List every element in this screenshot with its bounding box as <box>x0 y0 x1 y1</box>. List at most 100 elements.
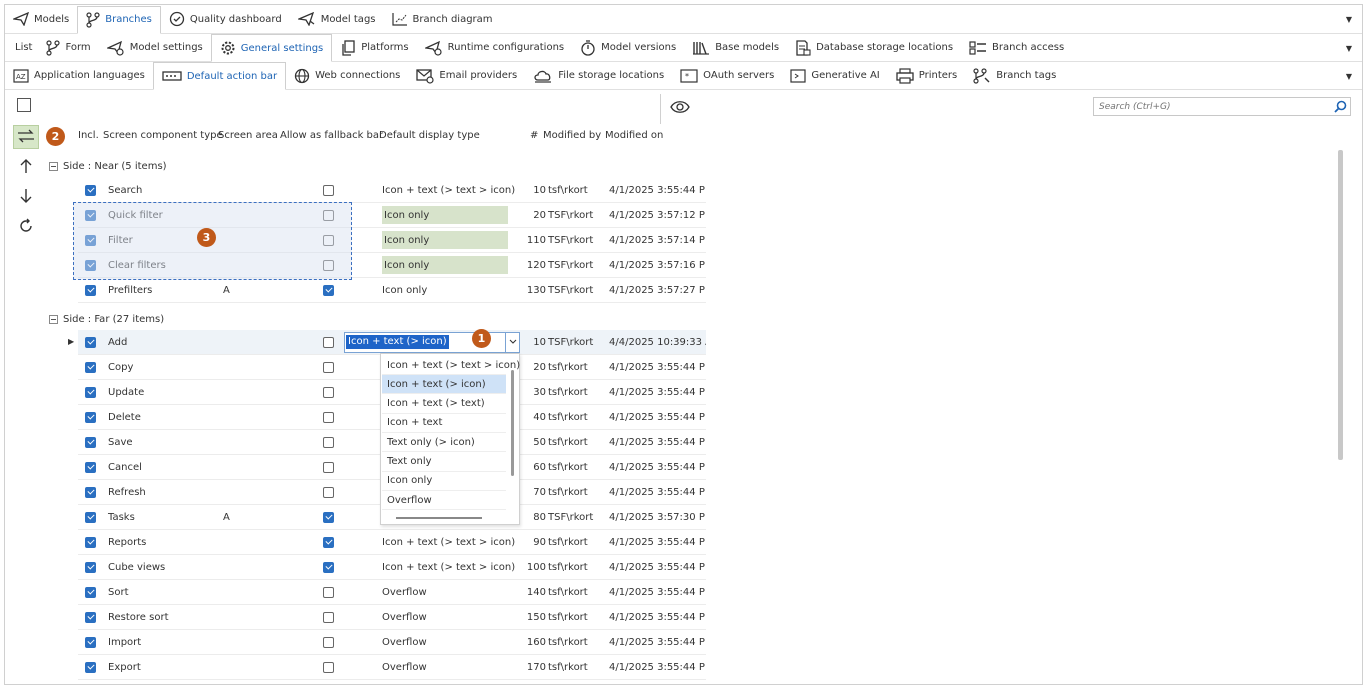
include-checkbox[interactable] <box>85 461 96 473</box>
select-all-checkbox[interactable] <box>17 98 31 112</box>
refresh-button[interactable] <box>13 215 39 239</box>
fallback-checkbox-cell[interactable] <box>323 655 337 679</box>
dropdown-scrollbar[interactable] <box>511 370 514 476</box>
dropdown-option[interactable]: Text only (> icon) <box>382 433 506 453</box>
search-input[interactable] <box>1094 101 1324 112</box>
tab-database-storage-locations[interactable]: Database storage locations <box>787 34 961 61</box>
tab-printers[interactable]: Printers <box>888 62 965 89</box>
include-checkbox[interactable] <box>85 486 96 498</box>
include-checkbox-cell[interactable] <box>85 380 99 404</box>
tab-model-versions[interactable]: Model versions <box>572 34 684 61</box>
include-checkbox[interactable] <box>85 284 96 296</box>
fallback-checkbox-cell[interactable] <box>323 605 337 629</box>
dropdown-option[interactable]: Icon + text (> text > icon) <box>382 356 520 375</box>
dropdown-option[interactable]: Icon + text (> icon) <box>382 375 506 395</box>
default-display-type[interactable]: Icon + text (> text > icon) <box>382 530 515 554</box>
include-checkbox[interactable] <box>85 436 96 448</box>
include-checkbox[interactable] <box>85 636 96 648</box>
collapse-icon[interactable] <box>49 161 58 171</box>
default-display-type[interactable]: Overflow <box>382 580 506 604</box>
editor-value[interactable]: Icon + text (> icon) <box>346 335 449 349</box>
fallback-checkbox[interactable] <box>323 411 334 423</box>
tab-default-action-bar[interactable]: Default action bar <box>152 62 287 90</box>
include-checkbox[interactable] <box>85 259 96 271</box>
dropdown-resize-grip[interactable] <box>396 517 482 519</box>
fallback-checkbox[interactable] <box>323 336 334 348</box>
tab-quality-dashboard[interactable]: Quality dashboard <box>161 5 290 33</box>
table-row[interactable]: Sort Overflow 140 tsf\rkort 4/1/2025 3:55:44… <box>78 580 706 605</box>
fallback-checkbox[interactable] <box>323 361 334 373</box>
tab-email-providers[interactable]: Email providers <box>408 62 525 89</box>
tab-platforms[interactable]: Platforms <box>332 34 416 61</box>
tab-model-settings[interactable]: Model settings <box>99 34 211 61</box>
include-checkbox-cell[interactable] <box>85 355 99 379</box>
default-display-type[interactable]: Icon only <box>382 231 508 249</box>
include-checkbox[interactable] <box>85 336 96 348</box>
include-checkbox-cell[interactable] <box>85 555 99 579</box>
include-checkbox-cell[interactable] <box>85 253 99 277</box>
dropdown-option[interactable]: Icon + text (> text) <box>382 395 506 414</box>
col-screen-area[interactable]: Screen area <box>218 130 278 141</box>
fallback-checkbox[interactable] <box>323 184 334 196</box>
col-screen-component-type[interactable]: Screen component type <box>103 130 223 141</box>
fallback-checkbox-cell[interactable] <box>323 253 337 277</box>
fallback-checkbox-cell[interactable] <box>323 278 337 302</box>
fallback-checkbox[interactable] <box>323 636 334 648</box>
table-row[interactable]: Quick filter Icon only 20 TSF\rkort 4/1/2025… <box>78 203 706 228</box>
include-checkbox-cell[interactable] <box>85 228 99 252</box>
tab-form[interactable]: Form <box>38 34 98 61</box>
tab-models[interactable]: Models <box>5 5 77 33</box>
fallback-checkbox-cell[interactable] <box>323 530 337 554</box>
move-down-button[interactable] <box>13 185 39 209</box>
fallback-checkbox[interactable] <box>323 536 334 548</box>
col-modified-on[interactable]: Modified on <box>605 130 663 141</box>
dropdown-option[interactable]: Icon + text <box>382 414 506 433</box>
table-row[interactable]: Search Icon + text (> text > icon) 10 tsf\r… <box>78 178 706 203</box>
fallback-checkbox-cell[interactable] <box>323 580 337 604</box>
tab-file-storage-locations[interactable]: File storage locations <box>525 62 672 89</box>
fallback-checkbox[interactable] <box>323 586 334 598</box>
tab-general-settings[interactable]: General settings <box>210 34 333 62</box>
tabs-overflow-icon[interactable]: ▼ <box>1346 15 1352 24</box>
tab-runtime-configurations[interactable]: Runtime configurations <box>417 34 573 61</box>
include-checkbox[interactable] <box>85 561 96 573</box>
fallback-checkbox-cell[interactable] <box>323 380 337 404</box>
fallback-checkbox-cell[interactable] <box>323 330 337 354</box>
fallback-checkbox-cell[interactable] <box>323 430 337 454</box>
collapse-icon[interactable] <box>49 314 58 324</box>
tabs-overflow-icon[interactable]: ▼ <box>1346 72 1352 81</box>
col-allow-fallback[interactable]: Allow as fallback bar <box>280 130 383 141</box>
group-header[interactable]: Side : Far (27 items) <box>49 309 164 329</box>
fallback-checkbox[interactable] <box>323 436 334 448</box>
tab-branch-access[interactable]: Branch access <box>961 34 1072 61</box>
include-checkbox-cell[interactable] <box>85 530 99 554</box>
default-display-type[interactable]: Icon only <box>382 206 508 224</box>
include-checkbox-cell[interactable] <box>85 203 99 227</box>
col-incl[interactable]: Incl. <box>78 130 99 141</box>
default-display-type[interactable]: Overflow <box>382 605 506 629</box>
fallback-checkbox[interactable] <box>323 661 334 673</box>
include-checkbox-cell[interactable] <box>85 605 99 629</box>
default-display-type[interactable]: Icon + text (> text > icon) <box>382 178 515 202</box>
include-checkbox-cell[interactable] <box>85 455 99 479</box>
grid-scrollbar[interactable] <box>1338 150 1343 460</box>
include-checkbox-cell[interactable] <box>85 330 99 354</box>
group-header[interactable]: Side : Near (5 items) <box>49 156 167 176</box>
fallback-checkbox-cell[interactable] <box>323 203 337 227</box>
include-checkbox[interactable] <box>85 586 96 598</box>
tab-base-models[interactable]: Base models <box>684 34 787 61</box>
fallback-checkbox[interactable] <box>323 259 334 271</box>
default-display-type[interactable]: Icon + text (> text > icon) <box>382 555 515 579</box>
default-display-type[interactable]: Overflow <box>382 655 506 679</box>
include-checkbox[interactable] <box>85 361 96 373</box>
include-checkbox[interactable] <box>85 234 96 246</box>
fallback-checkbox-cell[interactable] <box>323 480 337 504</box>
table-row[interactable]: Clear filters Icon only 120 TSF\rkort 4/1/20… <box>78 253 706 278</box>
table-row[interactable]: Cube views Icon + text (> text > icon) 100… <box>78 555 706 580</box>
fallback-checkbox[interactable] <box>323 611 334 623</box>
table-row[interactable]: Reports Icon + text (> text > icon) 90 tsf\… <box>78 530 706 555</box>
default-display-type[interactable]: Icon only <box>382 278 506 302</box>
dropdown-option[interactable]: Text only <box>382 453 506 472</box>
col-default-display-type[interactable]: Default display type <box>379 130 480 141</box>
include-checkbox[interactable] <box>85 184 96 196</box>
